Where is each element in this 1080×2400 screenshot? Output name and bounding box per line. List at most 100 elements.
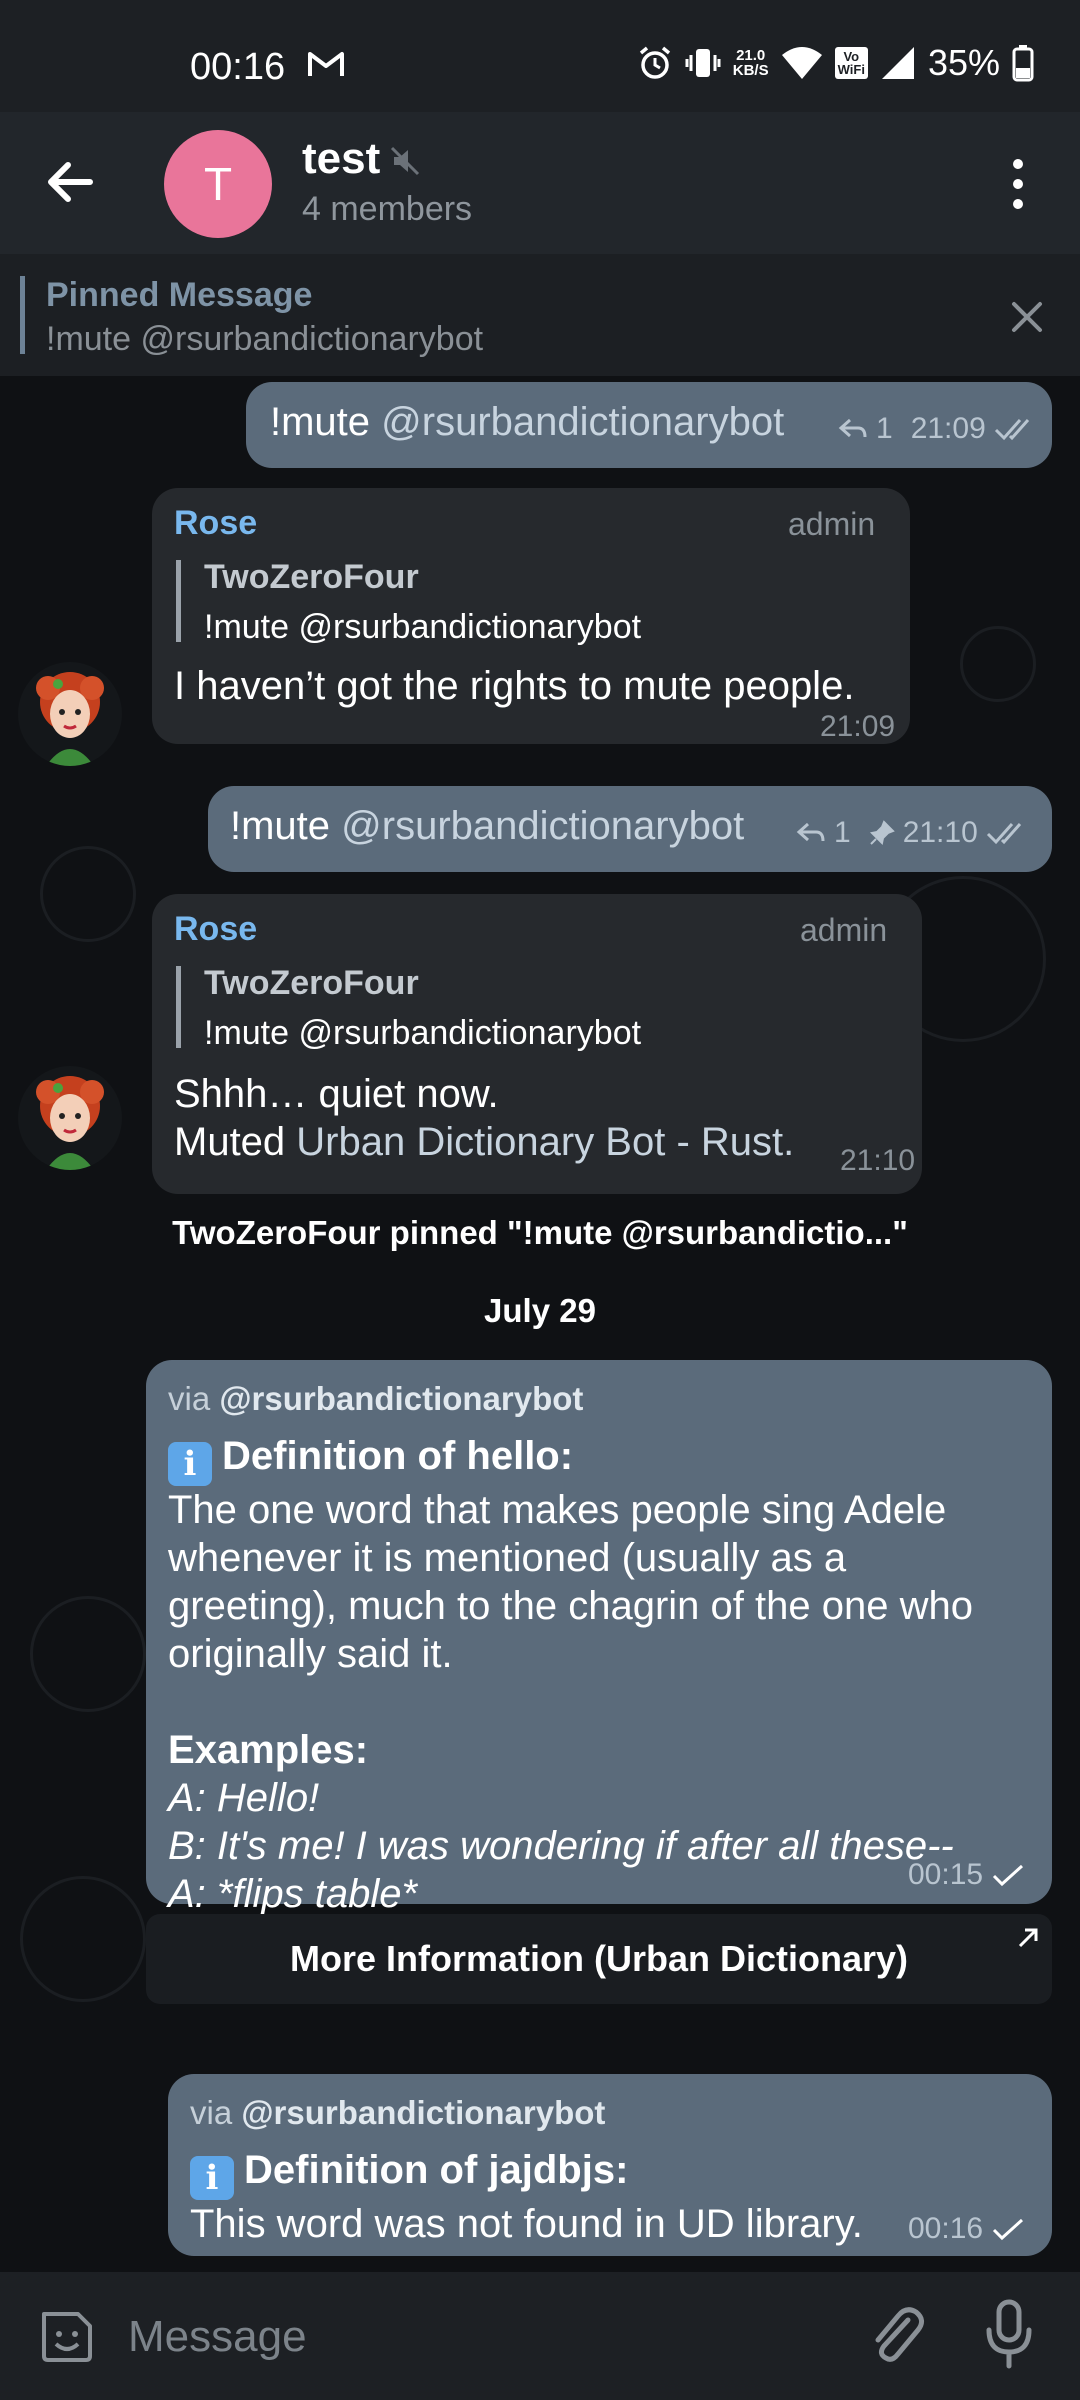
message-time: 00:15: [908, 1858, 984, 1891]
external-link-icon: [1018, 1928, 1038, 1948]
network-speed: 21.0 KB/S: [732, 47, 769, 79]
quote-text: !mute @rsurbandictionarybot: [204, 608, 642, 646]
service-message-pinned: TwoZeroFour pinned "!mute @rsurbandictio…: [172, 1214, 908, 1251]
wifi-icon: [781, 47, 822, 79]
quote-author: TwoZeroFour: [204, 964, 419, 1002]
bot-mention-link[interactable]: @rsurbandictionarybot: [341, 804, 744, 848]
message-time: 00:16: [908, 2212, 984, 2245]
back-arrow-icon[interactable]: [40, 152, 100, 212]
chat-avatar[interactable]: T: [164, 130, 272, 238]
check-icon: [993, 2218, 1024, 2241]
user-mention-link[interactable]: Urban Dictionary Bot - Rust.: [296, 1120, 794, 1164]
gmail-icon: [308, 52, 344, 76]
message-meta: 00:15: [908, 1858, 1025, 1892]
quote-bar: [176, 560, 181, 642]
rose-avatar-image: [36, 1076, 104, 1170]
status-icons: 21.0 KB/S Vo WiFi 35%: [637, 40, 1034, 86]
message-list[interactable]: !mute @rsurbandictionarybot 1 21:09 Rose…: [0, 376, 1080, 2272]
via-bot-link[interactable]: @rsurbandictionarybot: [219, 1380, 583, 1417]
background-doodle: [20, 1876, 146, 2002]
definition-line: greeting), much to the chagrin of the on…: [168, 1584, 973, 1628]
sticker-emoji-icon[interactable]: [36, 2306, 96, 2366]
outgoing-message[interactable]: !mute @rsurbandictionarybot 1 21:09: [246, 382, 1052, 468]
signal-icon: [881, 47, 914, 79]
example-line: A: Hello!: [168, 1776, 320, 1820]
message-time: 21:10: [902, 816, 978, 849]
rose-avatar[interactable]: [18, 1066, 122, 1170]
admin-badge: admin: [800, 912, 888, 948]
info-icon: i: [190, 2156, 234, 2200]
double-check-icon: [986, 823, 1021, 845]
sender-name[interactable]: Rose: [174, 504, 257, 543]
sender-name[interactable]: Rose: [174, 910, 257, 949]
background-doodle: [40, 846, 136, 942]
definition-body: i Definition of hello: The one word that …: [168, 1432, 1038, 1918]
message-time: 21:09: [910, 412, 986, 445]
message-text: I haven’t got the rights to mute people.: [174, 664, 855, 708]
message-input-bar: Message: [0, 2272, 1080, 2400]
status-bar: 00:16 21.0 KB/S Vo WiFi 35%: [0, 0, 1080, 112]
definition-line: The one word that makes people sing Adel…: [168, 1488, 947, 1532]
pinned-message-bar[interactable]: Pinned Message !mute @rsurbandictionaryb…: [0, 254, 1080, 376]
definition-heading: Definition of jajdbjs:: [244, 2148, 629, 2192]
incoming-message[interactable]: Rose admin TwoZeroFour !mute @rsurbandic…: [152, 488, 910, 744]
battery-percent: 35%: [927, 42, 1000, 83]
chat-title[interactable]: test: [302, 134, 380, 184]
inline-bot-message[interactable]: via @rsurbandictionarybot i Definition of…: [168, 2074, 1052, 2256]
vibrate-icon: [685, 49, 721, 77]
quote-author: TwoZeroFour: [204, 558, 419, 596]
message-meta: 1 21:09: [838, 412, 1038, 446]
check-icon: [993, 1864, 1024, 1887]
double-check-icon: [994, 419, 1029, 441]
admin-badge: admin: [788, 506, 876, 542]
battery-icon: [1012, 45, 1034, 82]
message-time: 21:10: [840, 1144, 916, 1177]
inline-bot-message[interactable]: via @rsurbandictionarybot i Definition of…: [146, 1360, 1052, 1916]
more-vertical-icon[interactable]: [1000, 156, 1036, 212]
message-time: 21:09: [820, 710, 896, 743]
outgoing-message[interactable]: !mute @rsurbandictionarybot 1 21:10: [208, 786, 1052, 872]
attach-paperclip-icon[interactable]: [866, 2302, 926, 2368]
rose-avatar-image: [36, 672, 104, 766]
member-count: 4 members: [302, 190, 473, 228]
incoming-message[interactable]: Rose admin TwoZeroFour !mute @rsurbandic…: [152, 894, 922, 1194]
muted-speaker-icon: [390, 146, 420, 176]
message-text-line: Shhh… quiet now.: [174, 1072, 499, 1116]
inline-button-label: More Information (Urban Dictionary): [289, 1938, 909, 1979]
bot-mention-link[interactable]: @rsurbandictionarybot: [381, 400, 784, 444]
message-text-line: Muted: [174, 1120, 297, 1164]
date-separator: July 29: [484, 1292, 596, 1329]
via-bot-label: via @rsurbandictionarybot: [190, 2094, 606, 2131]
message-command: !mute: [230, 804, 331, 848]
pinned-indicator: [20, 276, 25, 354]
pinned-title: Pinned Message: [46, 276, 313, 314]
vowifi-badge: Vo WiFi: [834, 47, 868, 79]
microphone-icon[interactable]: [984, 2298, 1034, 2370]
message-meta: 00:16: [908, 2212, 1025, 2246]
quote-bar: [176, 966, 181, 1048]
reply-count: 1: [876, 412, 893, 445]
inline-keyboard-button[interactable]: More Information (Urban Dictionary): [146, 1914, 1052, 2004]
examples-label: Examples:: [168, 1728, 369, 1772]
rose-avatar[interactable]: [18, 662, 122, 766]
status-time: 00:16: [190, 46, 286, 88]
info-icon: i: [168, 1442, 212, 1486]
reply-count: 1: [834, 816, 851, 849]
alarm-icon: [639, 46, 670, 79]
reply-icon: [838, 418, 867, 438]
pinned-text: !mute @rsurbandictionarybot: [46, 320, 484, 358]
pin-icon: [869, 820, 895, 846]
definition-line: whenever it is mentioned (usually as a: [168, 1536, 847, 1580]
background-doodle: [960, 626, 1036, 702]
chat-header: T test 4 members: [0, 112, 1080, 254]
reply-icon: [796, 822, 825, 842]
message-command: !mute: [270, 400, 371, 444]
close-icon[interactable]: [1010, 300, 1044, 334]
message-input[interactable]: Message: [128, 2312, 307, 2362]
quote-text: !mute @rsurbandictionarybot: [204, 1014, 642, 1052]
via-bot-label: via @rsurbandictionarybot: [168, 1380, 584, 1417]
message-meta: 1 21:10: [796, 816, 1030, 850]
definition-heading: Definition of hello:: [222, 1434, 574, 1478]
background-doodle: [30, 1596, 146, 1712]
via-bot-link[interactable]: @rsurbandictionarybot: [241, 2094, 605, 2131]
